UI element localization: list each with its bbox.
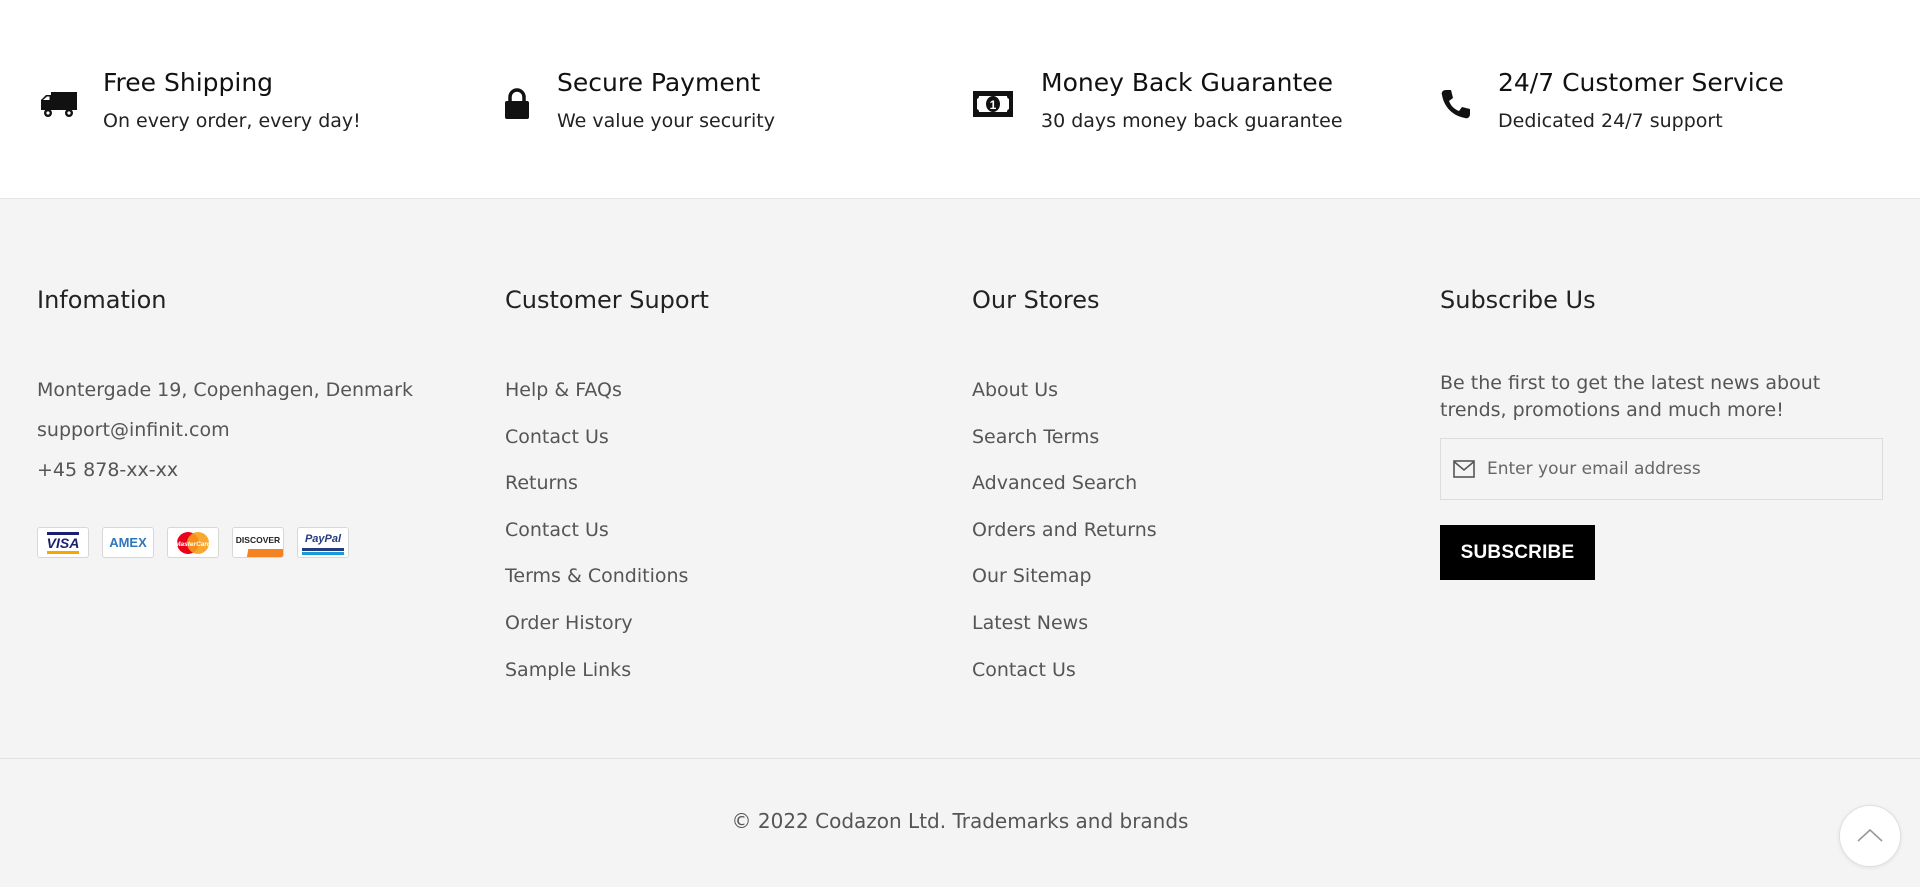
contact-info: Montergade 19, Copenhagen, Denmark suppo… (37, 376, 413, 496)
feature-title: Money Back Guarantee (1041, 68, 1334, 97)
feature-free-shipping: Free Shipping On every order, every day! (37, 68, 457, 138)
features-bar: Free Shipping On every order, every day!… (0, 0, 1920, 199)
discover-icon: DISCOVER (232, 527, 284, 558)
feature-secure-payment: Secure Payment We value your security (503, 68, 903, 138)
chevron-up-icon (1857, 827, 1883, 846)
feature-title: Secure Payment (557, 68, 761, 97)
email-input[interactable] (1487, 459, 1867, 479)
feature-subtitle: 30 days money back guarantee (1041, 110, 1343, 132)
back-to-top-button[interactable] (1839, 805, 1901, 867)
link-contact-us[interactable]: Contact Us (505, 516, 688, 563)
footer-divider (0, 758, 1920, 759)
link-sample-links[interactable]: Sample Links (505, 656, 688, 703)
paypal-icon: PayPal (297, 527, 349, 558)
money-icon: 1 (971, 84, 1015, 124)
feature-money-back: 1 Money Back Guarantee 30 days money bac… (971, 68, 1391, 138)
feature-subtitle: Dedicated 24/7 support (1498, 110, 1723, 132)
phone-number: +45 878-xx-xx (37, 459, 179, 481)
subscribe-column: Subscribe Us (1440, 286, 1596, 314)
svg-text:MasterCard: MasterCard (175, 541, 212, 548)
feature-subtitle: On every order, every day! (103, 110, 361, 132)
link-search-terms[interactable]: Search Terms (972, 423, 1157, 470)
customer-support-title: Customer Suport (505, 286, 709, 314)
subscribe-title: Subscribe Us (1440, 286, 1596, 314)
feature-subtitle: We value your security (557, 110, 775, 132)
information-title: Infomation (37, 286, 167, 314)
subscribe-button[interactable]: SUBSCRIBE (1440, 525, 1595, 580)
svg-text:1: 1 (990, 98, 997, 112)
mastercard-icon: MasterCard (167, 527, 219, 558)
phone-icon (1438, 84, 1472, 124)
address: Montergade 19, Copenhagen, Denmark (37, 379, 413, 401)
link-orders-returns[interactable]: Orders and Returns (972, 516, 1157, 563)
link-about-us[interactable]: About Us (972, 376, 1157, 423)
link-latest-news[interactable]: Latest News (972, 609, 1157, 656)
feature-title: 24/7 Customer Service (1498, 68, 1784, 97)
link-contact-us[interactable]: Contact Us (972, 656, 1157, 703)
copyright-text: © 2022 Codazon Ltd. Trademarks and brand… (731, 809, 1189, 833)
link-order-history[interactable]: Order History (505, 609, 688, 656)
our-stores-title: Our Stores (972, 286, 1100, 314)
link-returns[interactable]: Returns (505, 469, 688, 516)
link-advanced-search[interactable]: Advanced Search (972, 469, 1157, 516)
customer-support-links: Help & FAQs Contact Us Returns Contact U… (505, 376, 688, 702)
link-terms-conditions[interactable]: Terms & Conditions (505, 562, 688, 609)
email-link[interactable]: support@infinit.com (37, 416, 413, 456)
envelope-icon (1453, 457, 1477, 481)
truck-icon (37, 84, 81, 124)
amex-icon: AMEX (102, 527, 154, 558)
lock-icon (503, 84, 531, 124)
subscribe-description: Be the first to get the latest news abou… (1440, 372, 1821, 421)
information-column: Infomation (37, 286, 166, 314)
link-contact-us[interactable]: Contact Us (505, 423, 688, 470)
our-stores-column: Our Stores (972, 286, 1100, 314)
customer-support-column: Customer Suport (505, 286, 709, 314)
feature-customer-service: 24/7 Customer Service Dedicated 24/7 sup… (1438, 68, 1878, 138)
visa-icon: VISA (37, 527, 89, 558)
payment-methods: VISA AMEX MasterCard DISCOVER PayPal (37, 527, 349, 558)
link-our-sitemap[interactable]: Our Sitemap (972, 562, 1157, 609)
our-stores-links: About Us Search Terms Advanced Search Or… (972, 376, 1157, 702)
feature-title: Free Shipping (103, 68, 274, 97)
link-help-faqs[interactable]: Help & FAQs (505, 376, 688, 423)
email-field-wrapper (1440, 438, 1883, 500)
